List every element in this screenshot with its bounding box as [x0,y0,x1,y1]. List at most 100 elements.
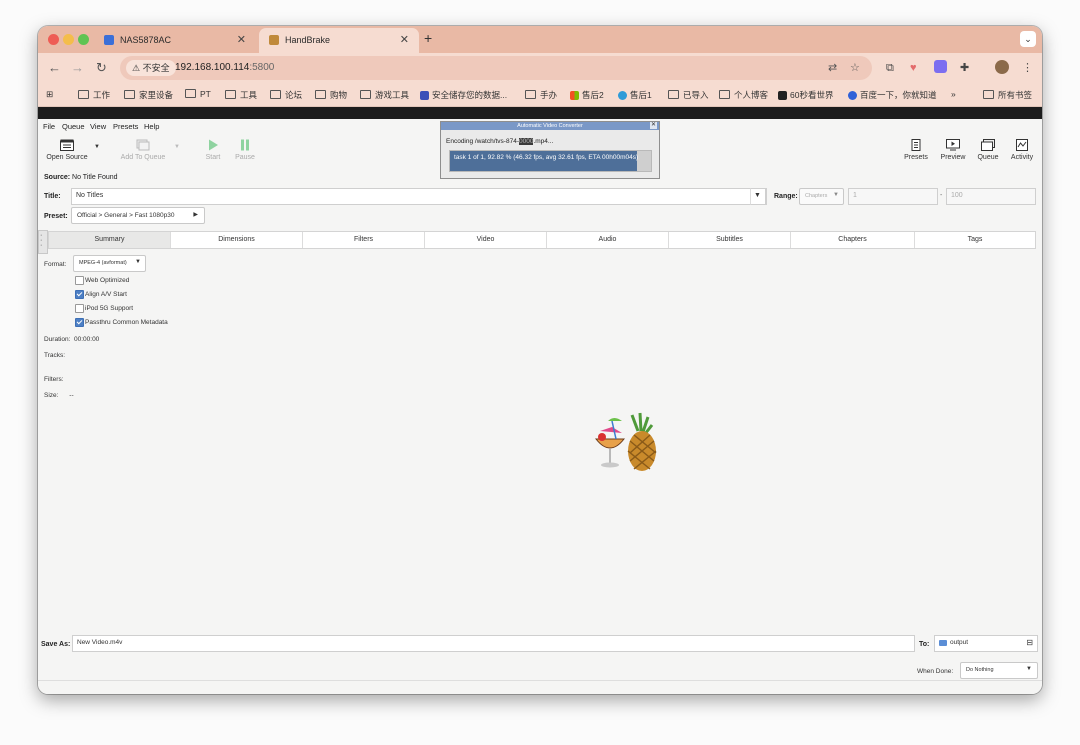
bookmark-folder[interactable]: 个人博客 [719,89,768,101]
tab-tags[interactable]: Tags [915,232,1035,248]
forward-arrow-icon[interactable]: → [71,61,84,75]
range-end-spinner[interactable]: 100 [946,188,1036,205]
range-start-spinner[interactable]: 1 [848,188,938,205]
tab-handbrake[interactable]: HandBrake ✕ [259,28,419,53]
back-arrow-icon[interactable]: ← [48,61,61,75]
format-select[interactable]: MPEG-4 (avformat) ▼ [73,255,146,272]
tab-dimensions[interactable]: Dimensions [171,232,303,248]
side-pane-handle[interactable]: · · · [38,230,48,254]
tab-audio[interactable]: Audio [547,232,669,248]
folder-icon [668,90,679,99]
bookmark-folder[interactable]: 工作 [78,89,110,101]
tab-chapters[interactable]: Chapters [791,232,915,248]
pause-button[interactable]: Pause [232,139,258,161]
ipod-5g-checkbox[interactable] [75,304,84,313]
bookmark-site[interactable]: 售后2 [570,89,604,101]
preset-selector[interactable]: Official > General > Fast 1080p30 ▶ [71,207,205,224]
open-source-dropdown-icon[interactable]: ▼ [94,144,100,150]
presets-doc-icon [911,139,921,151]
add-to-queue-dropdown-icon[interactable]: ▼ [174,144,180,150]
profile-avatar[interactable] [995,60,1009,74]
folder-icon [983,90,994,99]
range-label: Range: [774,193,798,200]
folder-icon [124,90,135,99]
bookmark-folder[interactable]: PT [185,89,211,99]
activity-button[interactable]: Activity [1008,139,1036,161]
tab-video[interactable]: Video [425,232,547,248]
menu-queue[interactable]: Queue [62,122,85,131]
destination-value: output [950,639,969,646]
when-done-label: When Done: [917,668,954,675]
all-bookmarks-folder[interactable]: 所有书签 [983,89,1032,101]
menu-view[interactable]: View [90,122,106,131]
close-tab-icon[interactable]: ✕ [400,33,409,46]
range-mode-select[interactable]: Chapters ▼ [799,188,844,205]
dialog-titlebar[interactable]: Automatic Video Converter ✕ [441,122,659,130]
bookmarks-bar: ⊞ 工作 家里设备 PT 工具 论坛 购物 游戏工具 安全储存您的数据... 手… [38,84,1042,107]
bookmark-site[interactable]: 百度一下，你就知道 [848,89,937,101]
bookmark-folder[interactable]: 论坛 [270,89,302,101]
chevron-down-icon: ▼ [754,192,761,199]
close-tab-icon[interactable]: ✕ [237,33,246,46]
extension-puzzle-icon[interactable]: ⧉ [886,62,894,74]
bookmark-site[interactable]: 60秒看世界 [778,89,833,101]
bookmark-star-icon[interactable]: ☆ [850,61,860,74]
save-as-input[interactable]: New Video.m4v [72,635,915,652]
activity-log-icon [1016,139,1028,151]
title-dropdown-button[interactable]: ▼ [750,188,766,205]
settings-tabs: Summary Dimensions Filters Video Audio S… [48,231,1036,249]
address-bar[interactable]: ⚠ 不安全 192.168.100.114:5800 ⇄ ☆ [120,56,872,80]
bookmark-folder[interactable]: 已导入 [668,89,709,101]
tab-subtitles[interactable]: Subtitles [669,232,791,248]
extension-red-icon[interactable]: ♥ [910,62,917,74]
nas-favicon-icon [104,35,114,45]
bookmark-folder[interactable]: 购物 [315,89,347,101]
when-done-select[interactable]: Do Nothing ▼ [960,662,1038,679]
when-done-value: Do Nothing [966,667,994,673]
encoding-text: Encoding /watch/tvs-874- [446,138,519,145]
start-button[interactable]: Start [200,139,226,161]
bookmark-folder[interactable]: 工具 [225,89,257,101]
title-select[interactable]: No Titles [71,188,767,205]
minimize-window-button[interactable] [63,34,74,45]
extensions-icon[interactable]: ✚ [960,62,969,74]
tab-nas[interactable]: NAS5878AC ✕ [94,28,256,53]
web-optimized-checkbox[interactable] [75,276,84,285]
new-tab-button[interactable]: + [424,30,432,46]
align-av-start-checkbox[interactable] [75,290,84,299]
open-source-button[interactable]: Open Source [44,139,90,161]
menu-file[interactable]: File [43,122,55,131]
preview-button[interactable]: Preview [938,139,968,161]
reload-icon[interactable]: ↻ [96,61,107,75]
zoom-window-button[interactable] [78,34,89,45]
presets-button[interactable]: Presets [902,139,930,161]
tab-filters[interactable]: Filters [303,232,425,248]
tab-search-button[interactable]: ⌄ [1020,31,1036,47]
encoding-dialog: Automatic Video Converter ✕ Encoding /wa… [440,121,660,179]
bookmark-folder[interactable]: 家里设备 [124,89,173,101]
queue-button[interactable]: Queue [976,139,1000,161]
menu-help[interactable]: Help [144,122,159,131]
bookmark-folder[interactable]: 手办 [525,89,557,101]
size-value: -- [69,392,74,399]
menu-presets[interactable]: Presets [113,122,138,131]
destination-folder-chooser[interactable]: output ⊟ [934,635,1038,652]
add-to-queue-button[interactable]: Add To Queue [118,139,168,161]
passthru-metadata-checkbox[interactable] [75,318,84,327]
bookmark-site[interactable]: 售后1 [618,89,652,101]
close-window-button[interactable] [48,34,59,45]
extension-purple-icon[interactable] [934,60,947,73]
bookmark-folder[interactable]: 游戏工具 [360,89,409,101]
dialog-close-icon[interactable]: ✕ [650,122,657,129]
preset-value: Official > General > Fast 1080p30 [77,212,175,219]
folder-icon [315,90,326,99]
translate-icon[interactable]: ⇄ [828,61,837,74]
apps-grid-icon[interactable]: ⊞ [46,89,53,100]
tab-summary[interactable]: Summary [49,232,171,248]
more-menu-icon[interactable]: ⋮ [1022,62,1033,74]
security-chip[interactable]: ⚠ 不安全 [126,60,176,76]
encoding-suffix: .mp4... [533,138,554,145]
bookmarks-overflow-button[interactable]: » [951,89,956,99]
bookmark-site[interactable]: 安全储存您的数据... [420,89,507,101]
folder-icon [360,90,371,99]
